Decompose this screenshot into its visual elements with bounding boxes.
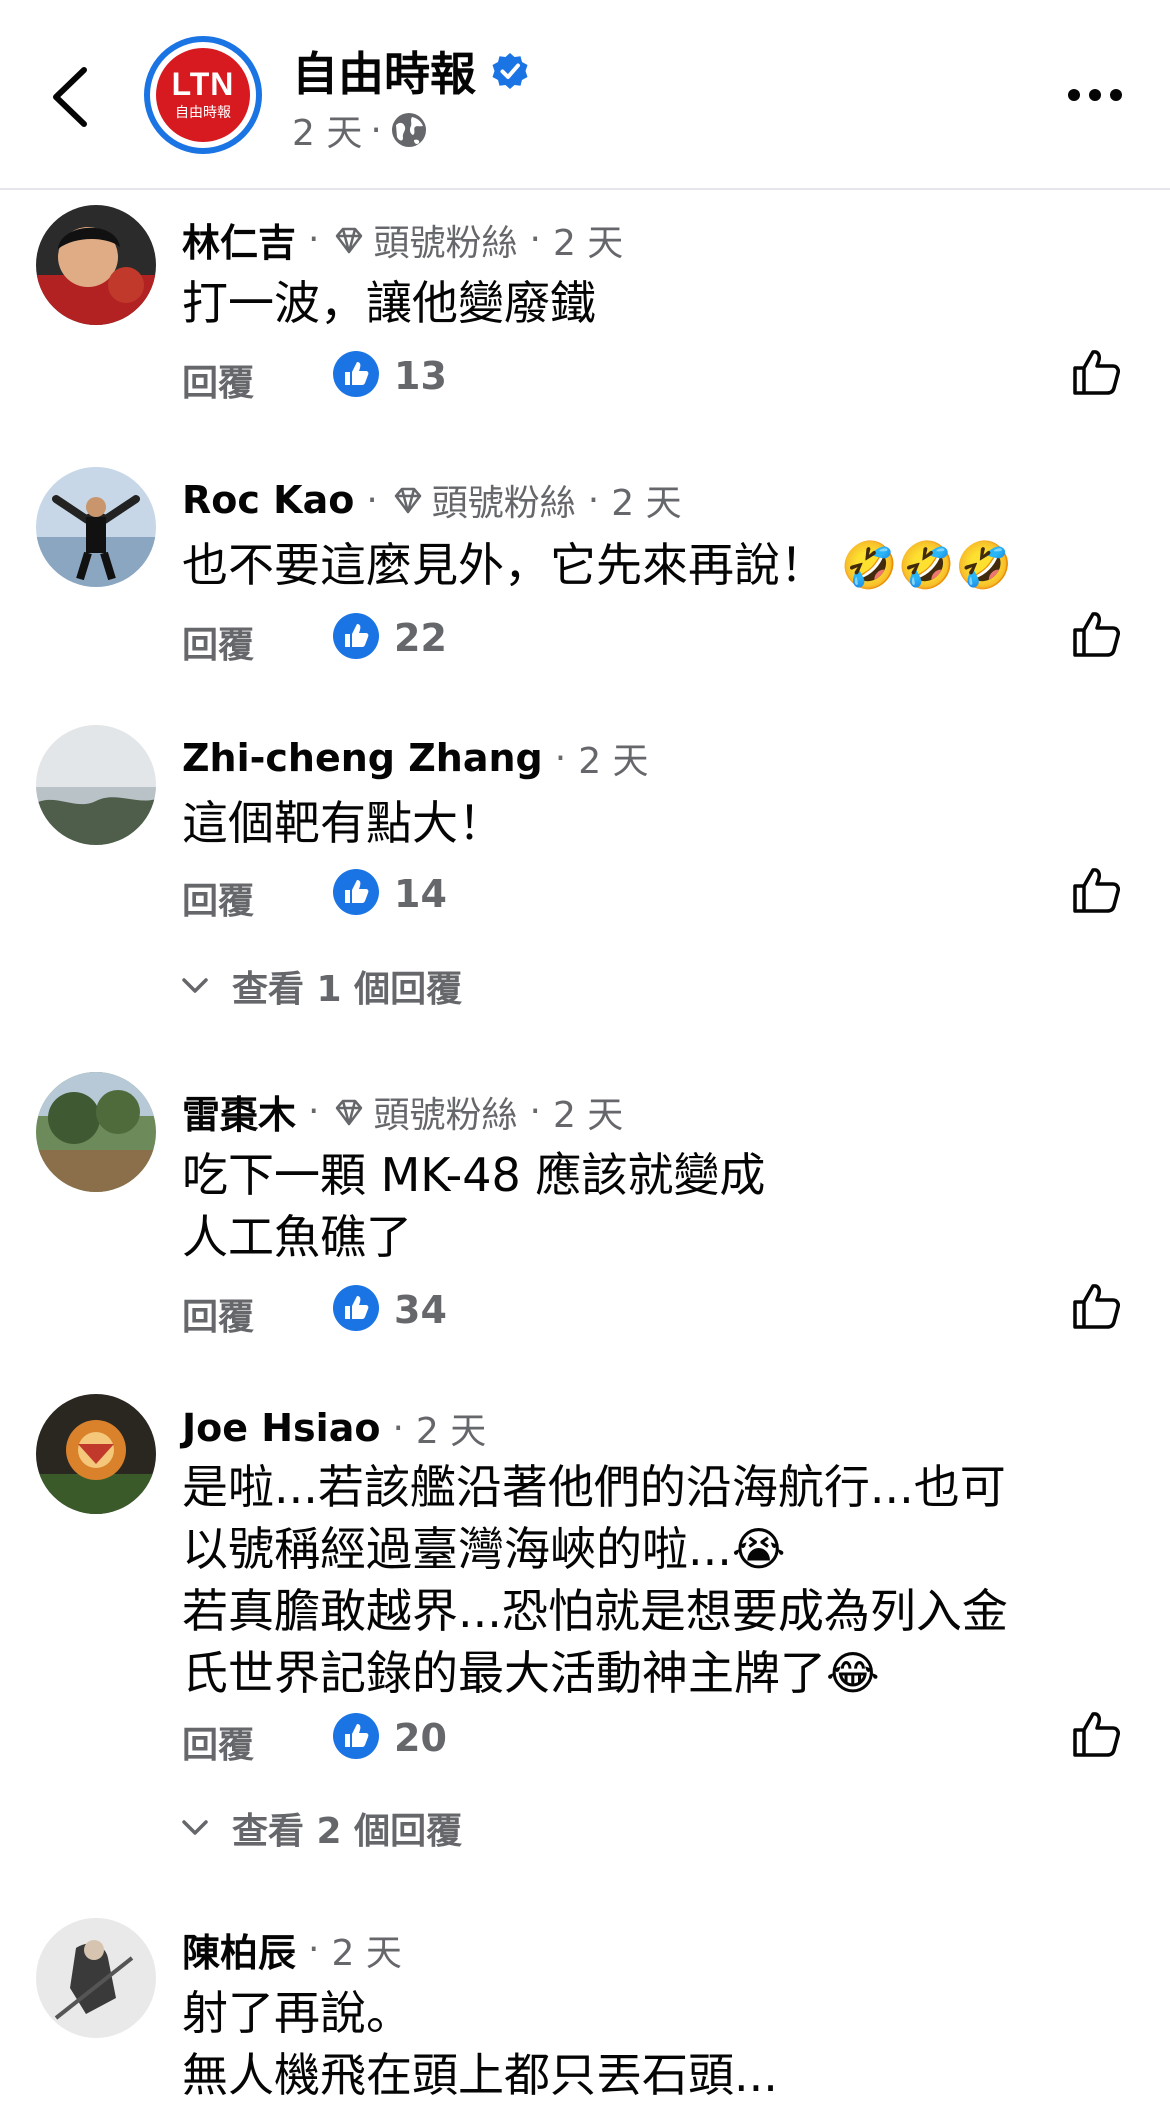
avatar[interactable]	[36, 1918, 156, 2038]
comment-actions: 回覆 20	[182, 1708, 1122, 1768]
globe-icon	[391, 113, 426, 147]
comment-header: 雷棗木 · 頭號粉絲 · 2 天	[182, 1084, 623, 1139]
comment-author[interactable]: Roc Kao	[182, 478, 354, 522]
reply-button[interactable]: 回覆	[182, 1716, 254, 1768]
badge-label: 頭號粉絲	[431, 483, 576, 524]
thumbs-up-icon[interactable]	[1070, 346, 1122, 398]
avatar[interactable]	[36, 1394, 156, 1514]
badge-label: 頭號粉絲	[373, 222, 518, 264]
like-reaction-icon[interactable]	[332, 612, 380, 660]
comment-time: 2 天	[331, 1932, 402, 1974]
comment-text: 吃下一顆 MK-48 應該就變成 人工魚礁了	[182, 1148, 766, 1264]
meta-separator: ·	[370, 109, 382, 151]
reaction-count: 20	[394, 1716, 447, 1760]
view-replies-link[interactable]: 查看 2 個回覆	[180, 1802, 462, 1854]
comment-time: 2 天	[552, 222, 624, 264]
post-time: 2 天	[292, 113, 363, 154]
chevron-down-icon	[182, 1820, 208, 1835]
like-reaction-icon[interactable]	[332, 1712, 380, 1760]
comment-header: Roc Kao · 頭號粉絲 · 2 天	[182, 474, 682, 526]
like-reaction-icon[interactable]	[332, 350, 380, 398]
reply-button[interactable]: 回覆	[182, 616, 254, 668]
comment-text: 這個靶有點大！	[182, 796, 504, 850]
comment-header: 林仁吉 · 頭號粉絲 · 2 天	[182, 212, 623, 267]
page-name[interactable]: 自由時報	[292, 38, 530, 104]
badge-label: 頭號粉絲	[373, 1094, 518, 1136]
avatar[interactable]	[36, 467, 156, 587]
comment-author[interactable]: 林仁吉	[182, 212, 296, 267]
comment-author[interactable]: Joe Hsiao	[182, 1406, 380, 1450]
more-options-icon[interactable]	[1066, 80, 1124, 110]
comment-text: 是啦...若該艦沿著他們的沿海航行...也可 以號稱經過臺灣海峽的啦...😭 若…	[182, 1460, 1008, 1700]
view-replies-label: 查看 2 個回覆	[232, 1811, 463, 1852]
view-replies-link[interactable]: 查看 1 個回覆	[180, 960, 462, 1012]
post-meta: 2 天 ·	[292, 104, 428, 156]
top-fan-badge: 頭號粉絲	[390, 474, 576, 526]
reply-button[interactable]: 回覆	[182, 354, 254, 406]
reaction-count: 22	[394, 616, 447, 660]
comment-text: 也不要這麼見外，它先來再說！ 🤣🤣🤣	[182, 538, 1013, 592]
comment-time: 2 天	[578, 741, 649, 782]
thumbs-up-icon[interactable]	[1070, 1280, 1122, 1332]
like-reaction-icon[interactable]	[332, 868, 380, 916]
comment-actions: 回覆 14	[182, 864, 1122, 924]
comment-text: 打一波，讓他變廢鐵	[182, 276, 596, 330]
comment-header: Joe Hsiao · 2 天	[182, 1402, 486, 1454]
reply-button[interactable]: 回覆	[182, 1288, 254, 1340]
comment-actions: 回覆 13	[182, 346, 1122, 406]
reaction-count: 14	[394, 872, 447, 916]
comment-header: Zhi-cheng Zhang · 2 天	[182, 732, 649, 784]
chevron-down-icon	[182, 978, 208, 993]
comment-author[interactable]: 雷棗木	[182, 1084, 296, 1139]
comment-actions: 回覆 34	[182, 1280, 1122, 1340]
comment-header: 陳柏辰 · 2 天	[182, 1922, 402, 1977]
comment-author[interactable]: 陳柏辰	[182, 1922, 296, 1977]
logo-subtext: 自由時報	[175, 105, 231, 121]
comment-time: 2 天	[415, 1411, 487, 1452]
avatar[interactable]	[36, 1072, 156, 1192]
avatar[interactable]	[36, 725, 156, 845]
top-fan-badge: 頭號粉絲	[331, 214, 517, 266]
thumbs-up-icon[interactable]	[1070, 608, 1122, 660]
reaction-count: 34	[394, 1288, 447, 1332]
logo-text: LTN	[171, 66, 235, 102]
post-header: LTN 自由時報 自由時報 2 天 ·	[0, 0, 1170, 190]
comment-time: 2 天	[552, 1094, 624, 1136]
view-replies-label: 查看 1 個回覆	[232, 969, 463, 1010]
comment-actions: 回覆 22	[182, 608, 1122, 668]
avatar[interactable]	[36, 205, 156, 325]
thumbs-up-icon[interactable]	[1070, 864, 1122, 916]
reaction-count: 13	[394, 354, 447, 398]
diamond-icon	[336, 1099, 363, 1125]
verified-badge-icon	[492, 53, 528, 89]
diamond-icon	[336, 227, 363, 253]
thumbs-up-icon[interactable]	[1070, 1708, 1122, 1760]
reply-button[interactable]: 回覆	[182, 872, 254, 924]
like-reaction-icon[interactable]	[332, 1284, 380, 1332]
comment-text: 射了再說。 無人機飛在頭上都只丟石頭...	[182, 1986, 778, 2102]
page-name-text: 自由時報	[292, 47, 476, 101]
comment-author[interactable]: Zhi-cheng Zhang	[182, 736, 543, 780]
page-avatar[interactable]: LTN 自由時報	[144, 36, 262, 154]
diamond-icon	[394, 487, 422, 514]
back-arrow-icon[interactable]	[44, 62, 98, 132]
comment-time: 2 天	[611, 483, 682, 524]
top-fan-badge: 頭號粉絲	[331, 1086, 517, 1138]
